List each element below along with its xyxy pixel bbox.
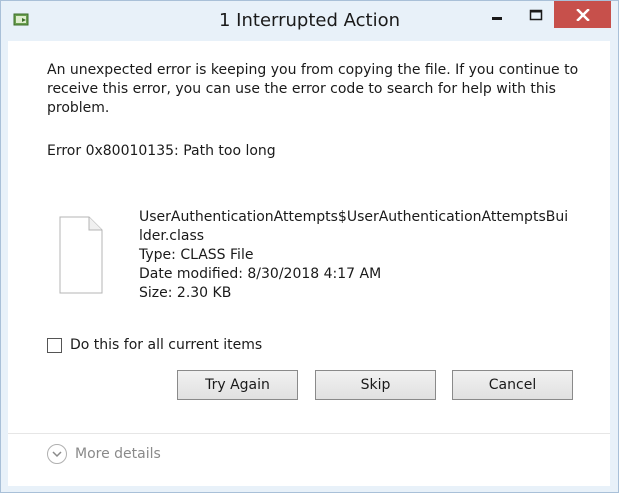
file-name-line1: UserAuthenticationAttempts$UserAuthentic… (139, 209, 569, 225)
minimize-icon (492, 16, 502, 20)
error-code: Error 0x80010135: Path too long (47, 143, 276, 159)
file-size: Size: 2.30 KB (139, 285, 232, 301)
close-icon (575, 8, 590, 21)
file-name-line2: lder.class (139, 228, 205, 244)
apply-all-label[interactable]: Do this for all current items (70, 337, 262, 353)
document-icon (59, 216, 103, 294)
minimize-button[interactable] (476, 1, 518, 28)
apply-all-checkbox-row[interactable]: Do this for all current items (47, 337, 262, 353)
more-details-circle[interactable] (47, 444, 67, 464)
dialog-window: 1 Interrupted Action An unexpected error… (0, 0, 619, 493)
file-date-modified: Date modified: 8/30/2018 4:17 AM (139, 266, 382, 282)
more-details-toggle[interactable]: More details (47, 444, 161, 464)
try-again-button[interactable]: Try Again (177, 370, 298, 400)
maximize-button[interactable] (518, 1, 554, 28)
maximize-icon (529, 9, 543, 20)
dialog-footer: More details (8, 433, 610, 486)
error-message: An unexpected error is keeping you from … (47, 62, 579, 116)
more-details-label[interactable]: More details (75, 446, 161, 462)
title-bar[interactable]: 1 Interrupted Action (1, 1, 618, 41)
apply-all-checkbox[interactable] (47, 337, 62, 353)
skip-button[interactable]: Skip (315, 370, 436, 400)
dialog-content: An unexpected error is keeping you from … (8, 41, 610, 433)
file-details: UserAuthenticationAttempts$UserAuthentic… (139, 208, 589, 303)
close-button[interactable] (554, 1, 611, 28)
cancel-button[interactable]: Cancel (452, 370, 573, 400)
chevron-down-icon (52, 450, 62, 457)
file-type: Type: CLASS File (139, 247, 254, 263)
